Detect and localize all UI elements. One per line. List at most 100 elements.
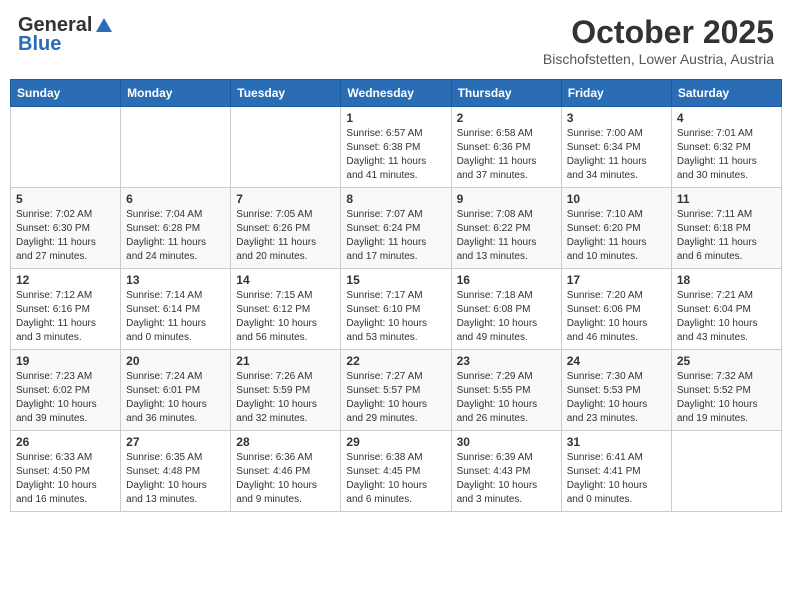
calendar-day-cell: 17Sunrise: 7:20 AMSunset: 6:06 PMDayligh… [561,269,671,350]
day-number: 19 [16,354,115,368]
calendar-day-cell: 5Sunrise: 7:02 AMSunset: 6:30 PMDaylight… [11,188,121,269]
day-info: Sunrise: 7:30 AMSunset: 5:53 PMDaylight:… [567,370,666,426]
calendar-day-cell: 11 Sunrise: 7:11 AMSunset: 6:18 PMDayligh… [671,188,781,269]
day-number: 14 [236,273,335,287]
day-number: 20 [126,354,225,368]
weekday-header-tuesday: Tuesday [231,80,341,107]
calendar-week-row: 26 Sunrise: 6:33 AMSunset: 4:50 PMDayligh… [11,431,782,512]
day-number: 24 [567,354,666,368]
day-info: Sunrise: 7:01 AMSunset: 6:32 PMDaylight:… [677,127,776,183]
day-info: Sunrise: 7:18 AMSunset: 6:08 PMDaylight:… [457,289,556,345]
weekday-header-sunday: Sunday [11,80,121,107]
day-number: 28 [236,435,335,449]
day-info: Sunrise: 6:41 AMSunset: 4:41 PMDaylight:… [567,451,666,507]
day-info: Sunrise: 6:36 AMSunset: 4:46 PMDaylight:… [236,451,335,507]
calendar-day-cell: 29 Sunrise: 6:38 AMSunset: 4:45 PMDayligh… [341,431,451,512]
day-number: 18 [677,273,776,287]
day-number: 1 [346,111,445,125]
calendar-day-cell: 26 Sunrise: 6:33 AMSunset: 4:50 PMDayligh… [11,431,121,512]
day-number: 15 [346,273,445,287]
day-number: 23 [457,354,556,368]
day-info: Sunrise: 6:38 AMSunset: 4:45 PMDaylight:… [346,451,445,507]
weekday-header-monday: Monday [121,80,231,107]
weekday-header-thursday: Thursday [451,80,561,107]
day-number: 21 [236,354,335,368]
day-info: Sunrise: 7:24 AMSunset: 6:01 PMDaylight:… [126,370,225,426]
logo-blue-text: Blue [18,33,61,56]
logo-icon [94,16,114,36]
day-number: 4 [677,111,776,125]
day-info: Sunrise: 7:12 AMSunset: 6:16 PMDaylight:… [16,289,115,345]
month-title: October 2025 [543,14,774,51]
day-number: 26 [16,435,115,449]
calendar-day-cell: 23 Sunrise: 7:29 AMSunset: 5:55 PMDayligh… [451,350,561,431]
day-info: Sunrise: 7:10 AMSunset: 6:20 PMDaylight:… [567,208,666,264]
calendar-day-cell: 10Sunrise: 7:10 AMSunset: 6:20 PMDayligh… [561,188,671,269]
day-number: 30 [457,435,556,449]
title-area: October 2025 Bischofstetten, Lower Austr… [543,14,774,67]
calendar-day-cell: 1 Sunrise: 6:57 AMSunset: 6:38 PMDaylight… [341,107,451,188]
calendar-day-cell [121,107,231,188]
calendar-day-cell: 19Sunrise: 7:23 AMSunset: 6:02 PMDayligh… [11,350,121,431]
calendar-day-cell [11,107,121,188]
day-info: Sunrise: 7:04 AMSunset: 6:28 PMDaylight:… [126,208,225,264]
calendar-week-row: 5Sunrise: 7:02 AMSunset: 6:30 PMDaylight… [11,188,782,269]
calendar-day-cell: 30 Sunrise: 6:39 AMSunset: 4:43 PMDayligh… [451,431,561,512]
day-info: Sunrise: 7:11 AMSunset: 6:18 PMDaylight:… [677,208,776,264]
calendar-day-cell: 21 Sunrise: 7:26 AMSunset: 5:59 PMDayligh… [231,350,341,431]
day-info: Sunrise: 7:02 AMSunset: 6:30 PMDaylight:… [16,208,115,264]
day-info: Sunrise: 6:58 AMSunset: 6:36 PMDaylight:… [457,127,556,183]
weekday-header-saturday: Saturday [671,80,781,107]
logo: General Blue [18,14,114,56]
page-header: General Blue October 2025 Bischofstetten… [10,10,782,71]
day-number: 27 [126,435,225,449]
calendar-table: SundayMondayTuesdayWednesdayThursdayFrid… [10,79,782,512]
calendar-day-cell [671,431,781,512]
day-number: 22 [346,354,445,368]
calendar-day-cell: 15 Sunrise: 7:17 AMSunset: 6:10 PMDayligh… [341,269,451,350]
day-info: Sunrise: 7:21 AMSunset: 6:04 PMDaylight:… [677,289,776,345]
day-info: Sunrise: 7:08 AMSunset: 6:22 PMDaylight:… [457,208,556,264]
calendar-day-cell: 2 Sunrise: 6:58 AMSunset: 6:36 PMDaylight… [451,107,561,188]
location-title: Bischofstetten, Lower Austria, Austria [543,51,774,67]
day-info: Sunrise: 7:27 AMSunset: 5:57 PMDaylight:… [346,370,445,426]
day-number: 7 [236,192,335,206]
day-info: Sunrise: 7:17 AMSunset: 6:10 PMDaylight:… [346,289,445,345]
calendar-week-row: 12 Sunrise: 7:12 AMSunset: 6:16 PMDayligh… [11,269,782,350]
calendar-week-row: 1 Sunrise: 6:57 AMSunset: 6:38 PMDaylight… [11,107,782,188]
calendar-day-cell: 18 Sunrise: 7:21 AMSunset: 6:04 PMDayligh… [671,269,781,350]
day-info: Sunrise: 7:14 AMSunset: 6:14 PMDaylight:… [126,289,225,345]
day-number: 6 [126,192,225,206]
calendar-day-cell: 24 Sunrise: 7:30 AMSunset: 5:53 PMDayligh… [561,350,671,431]
calendar-day-cell: 12 Sunrise: 7:12 AMSunset: 6:16 PMDayligh… [11,269,121,350]
calendar-day-cell: 22 Sunrise: 7:27 AMSunset: 5:57 PMDayligh… [341,350,451,431]
calendar-day-cell: 27 Sunrise: 6:35 AMSunset: 4:48 PMDayligh… [121,431,231,512]
calendar-day-cell: 14 Sunrise: 7:15 AMSunset: 6:12 PMDayligh… [231,269,341,350]
day-info: Sunrise: 7:29 AMSunset: 5:55 PMDaylight:… [457,370,556,426]
day-info: Sunrise: 7:07 AMSunset: 6:24 PMDaylight:… [346,208,445,264]
calendar-day-cell: 25Sunrise: 7:32 AMSunset: 5:52 PMDayligh… [671,350,781,431]
weekday-header-row: SundayMondayTuesdayWednesdayThursdayFrid… [11,80,782,107]
calendar-day-cell: 16Sunrise: 7:18 AMSunset: 6:08 PMDayligh… [451,269,561,350]
day-info: Sunrise: 6:35 AMSunset: 4:48 PMDaylight:… [126,451,225,507]
day-info: Sunrise: 7:05 AMSunset: 6:26 PMDaylight:… [236,208,335,264]
day-info: Sunrise: 6:39 AMSunset: 4:43 PMDaylight:… [457,451,556,507]
calendar-week-row: 19Sunrise: 7:23 AMSunset: 6:02 PMDayligh… [11,350,782,431]
calendar-day-cell: 20 Sunrise: 7:24 AMSunset: 6:01 PMDayligh… [121,350,231,431]
calendar-day-cell: 4 Sunrise: 7:01 AMSunset: 6:32 PMDaylight… [671,107,781,188]
calendar-day-cell: 8Sunrise: 7:07 AMSunset: 6:24 PMDaylight… [341,188,451,269]
day-info: Sunrise: 7:26 AMSunset: 5:59 PMDaylight:… [236,370,335,426]
day-info: Sunrise: 7:15 AMSunset: 6:12 PMDaylight:… [236,289,335,345]
day-number: 2 [457,111,556,125]
day-info: Sunrise: 6:57 AMSunset: 6:38 PMDaylight:… [346,127,445,183]
calendar-day-cell: 7 Sunrise: 7:05 AMSunset: 6:26 PMDaylight… [231,188,341,269]
weekday-header-friday: Friday [561,80,671,107]
day-number: 13 [126,273,225,287]
calendar-day-cell: 31Sunrise: 6:41 AMSunset: 4:41 PMDayligh… [561,431,671,512]
day-number: 12 [16,273,115,287]
day-number: 29 [346,435,445,449]
calendar-day-cell [231,107,341,188]
day-info: Sunrise: 6:33 AMSunset: 4:50 PMDaylight:… [16,451,115,507]
day-number: 11 [677,192,776,206]
calendar-day-cell: 13 Sunrise: 7:14 AMSunset: 6:14 PMDayligh… [121,269,231,350]
